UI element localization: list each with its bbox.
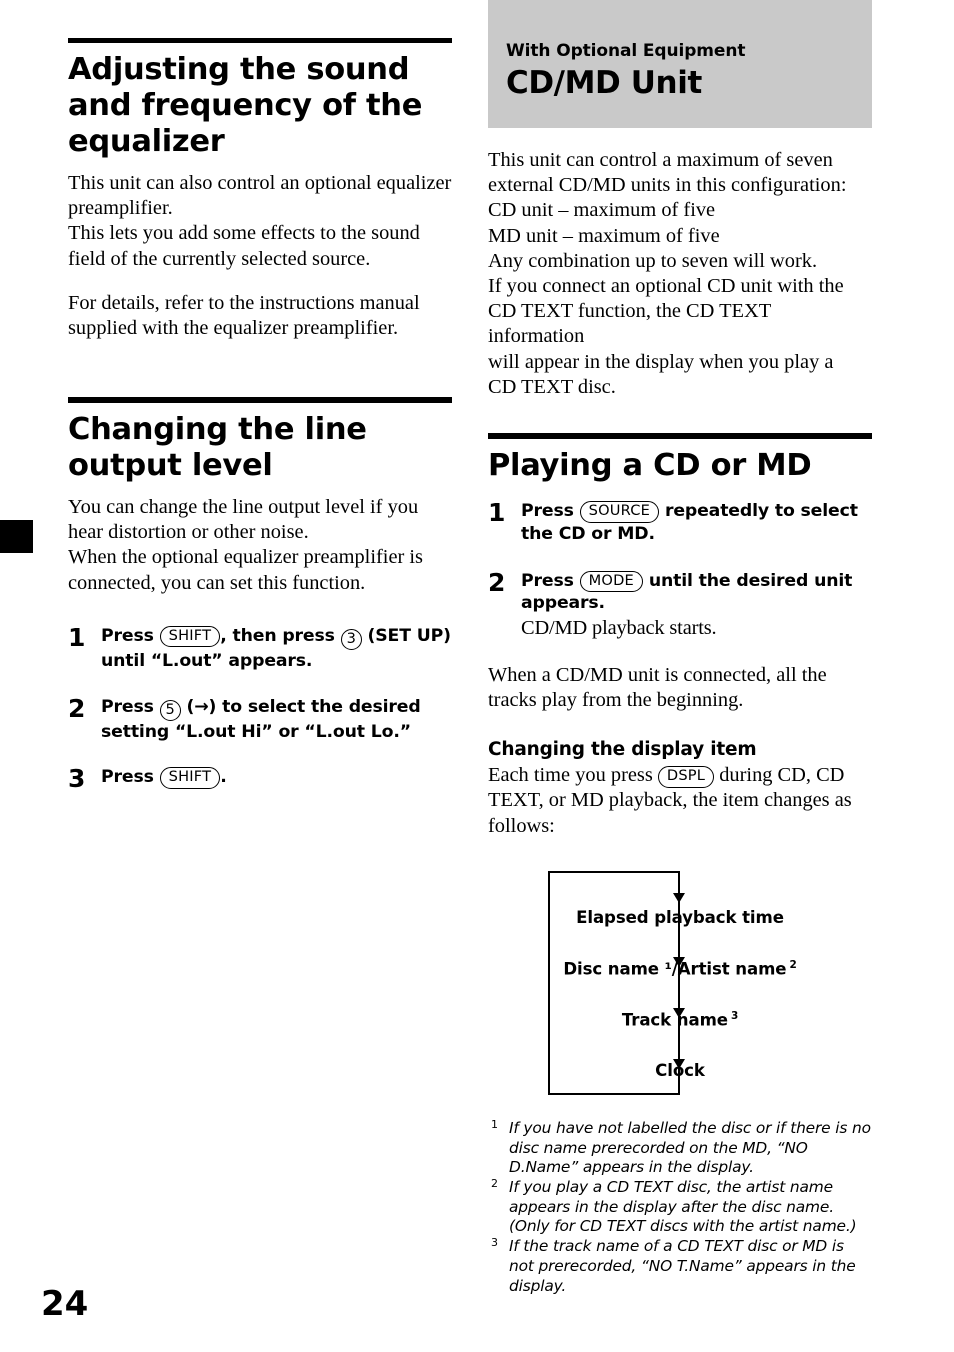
intro-line: CD unit – maximum of five: [488, 199, 716, 222]
section-rule-line-output: [68, 397, 452, 404]
heading-adjusting-equalizer: Adjusting the sound and frequency of the…: [68, 52, 423, 159]
footnote-ref-2: 2: [789, 958, 797, 971]
key-number-3-button[interactable]: 3: [340, 628, 362, 650]
footnote-item: 1 If you have not labelled the disc or if…: [488, 1117, 872, 1178]
page-number: 24: [41, 1284, 89, 1324]
step-number: 1: [488, 497, 506, 527]
footnote-marker: 3: [491, 1236, 498, 1250]
paragraph-line-output-1: You can change the line output level if …: [68, 496, 419, 544]
footnote-marker: 2: [491, 1176, 498, 1190]
step-line-output-3: 3 Press SHIFT.: [68, 764, 452, 793]
step-number: 3: [68, 764, 86, 794]
step-number: 1: [68, 622, 86, 652]
footnote-item: 2 If you play a CD TEXT disc, the artist …: [488, 1176, 872, 1237]
intro-line: MD unit – maximum of five: [488, 224, 720, 247]
right-column: This unit can control a maximum of seven…: [488, 0, 872, 1296]
paragraph-equalizer-2: This lets you add some effects to the so…: [68, 222, 420, 270]
intro-line: Any combination up to seven will work.: [488, 249, 818, 272]
intro-line: external CD/MD units in this configurati…: [488, 174, 847, 197]
step-number: 2: [68, 693, 86, 723]
display-item-flowchart: Elapsed playback time Disc name ¹/Artist…: [488, 863, 872, 1095]
step-playing-2: 2 Press MODE until the desired unit appe…: [488, 568, 872, 641]
step-text-before: Press: [521, 570, 580, 591]
footnote-marker: 1: [491, 1117, 498, 1131]
section-rule-equalizer: [68, 38, 452, 43]
step-number: 2: [488, 567, 506, 597]
paragraph-equalizer-1: This unit can also control an optional e…: [68, 171, 452, 220]
key-number-5-button[interactable]: 5: [159, 699, 181, 721]
step-playing-1: 1 Press SOURCE repeatedly to select the …: [488, 498, 872, 546]
key-shift-button[interactable]: SHIFT: [159, 767, 221, 790]
flowchart-label-clock: Clock: [655, 1060, 705, 1080]
key-source-button[interactable]: SOURCE: [579, 500, 660, 523]
intro-line: CD TEXT function, the CD TEXT informatio…: [488, 300, 771, 348]
flowchart-label-track-name: Track name 3: [621, 1009, 739, 1030]
paragraph-playing-closing: When a CD/MD unit is connected, all the …: [488, 663, 827, 711]
heading-changing-display-item: Changing the display item: [488, 739, 757, 761]
intro-text-before: Each time you press: [488, 764, 658, 787]
footnote-list: 1 If you have not labelled the disc or if…: [488, 1117, 872, 1296]
intro-line: If you connect an optional CD unit with …: [488, 274, 844, 297]
step-text-before: Press: [101, 767, 160, 788]
step-line-output-1: 1 Press SHIFT, then press 3 (SET UP) unt…: [68, 623, 452, 673]
paragraph-equalizer-3: For details, refer to the instructions m…: [68, 291, 420, 339]
footnote-item: 3 If the track name of a CD TEXT disc or …: [488, 1236, 872, 1296]
heading-playing-cd-or-md: Playing a CD or MD: [488, 447, 812, 483]
intro-line: This unit can control a maximum of seven: [488, 149, 833, 171]
left-column: Adjusting the sound and frequency of the…: [68, 0, 452, 793]
flowchart-arrow-1: [672, 870, 686, 903]
step-text-before: Press: [101, 696, 160, 717]
paragraph-line-output-2: When the optional equalizer preamplifier…: [68, 546, 423, 594]
step-text-mid: , then press: [220, 625, 341, 646]
flowchart-label-disc-artist-name: Disc name ¹/Artist name 2: [563, 958, 797, 979]
chapter-edge-tab-marker: [0, 520, 33, 553]
section-rule-playing-cd: [488, 432, 872, 439]
intro-line: will appear in the display when you play…: [488, 350, 834, 373]
paragraph-display-item-intro: Each time you press DSPL during CD, CD T…: [488, 763, 872, 839]
step-text-after: .: [220, 767, 227, 788]
footnote-text: If you play a CD TEXT disc, the artist n…: [509, 1177, 857, 1236]
footnote-ref-3: 3: [730, 1009, 739, 1022]
step-note: CD/MD playback starts.: [521, 617, 717, 640]
footnote-text: If the track name of a CD TEXT disc or M…: [509, 1237, 856, 1295]
key-mode-button[interactable]: MODE: [579, 570, 643, 593]
flowchart-label-elapsed-playback-time: Elapsed playback time: [576, 907, 784, 927]
step-text-before: Press: [521, 500, 580, 521]
manual-page: Adjusting the sound and frequency of the…: [0, 0, 954, 1352]
key-shift-button[interactable]: SHIFT: [159, 625, 221, 648]
footnote-text: If you have not labelled the disc or if …: [509, 1118, 871, 1177]
heading-changing-line-output: Changing the line output level: [68, 412, 367, 484]
flowchart-loop-mask: [682, 866, 742, 883]
key-dspl-button[interactable]: DSPL: [657, 766, 715, 788]
step-text-before: Press: [101, 625, 160, 646]
intro-line: CD TEXT disc.: [488, 375, 616, 398]
step-line-output-2: 2 Press 5 (→) to select the desired sett…: [68, 694, 452, 744]
